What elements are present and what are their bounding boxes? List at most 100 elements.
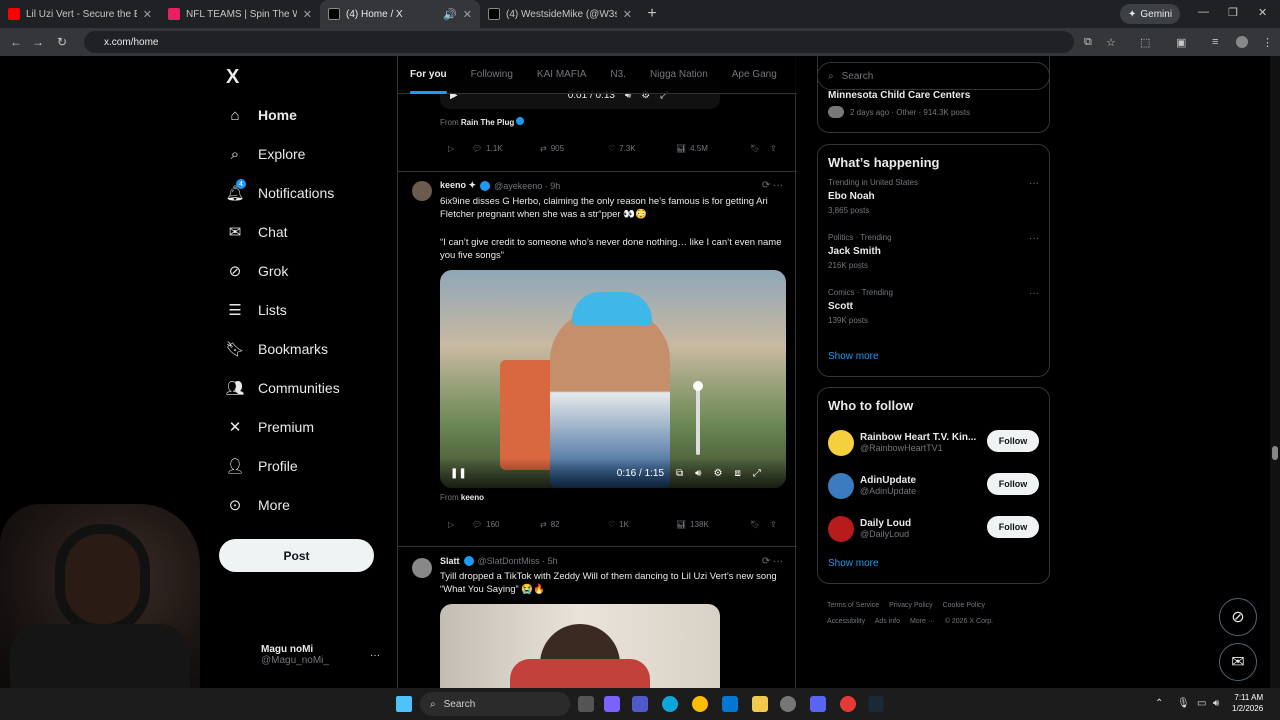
task-view-icon[interactable] xyxy=(578,696,594,712)
app-icon[interactable] xyxy=(604,696,620,712)
avatar[interactable] xyxy=(412,181,432,201)
close-icon[interactable]: ✕ xyxy=(303,8,312,21)
video-player[interactable] xyxy=(440,604,720,688)
account-more-icon[interactable]: ··· xyxy=(370,650,380,661)
avatar[interactable] xyxy=(412,558,432,578)
sidebar-item-grok[interactable]: ⊘ Grok xyxy=(226,262,289,280)
sidebar-item-lists[interactable]: ☰ Lists xyxy=(226,301,287,319)
new-tab-button[interactable]: + xyxy=(640,5,664,23)
media-icon[interactable]: ≡ xyxy=(1212,36,1218,48)
show-more-link[interactable]: Show more xyxy=(818,550,1049,581)
tab-following[interactable]: Following xyxy=(459,56,525,94)
footer-link[interactable]: Cookie Policy xyxy=(943,602,985,609)
profile-avatar[interactable] xyxy=(1236,36,1248,48)
restore-button[interactable]: ❐ xyxy=(1228,6,1238,19)
url-field[interactable]: x.com/home xyxy=(84,31,1074,53)
more-icon[interactable]: ··· xyxy=(1029,178,1039,189)
mic-icon[interactable]: 🎙︎ xyxy=(1177,698,1190,709)
chevron-up-icon[interactable]: ⌃ xyxy=(1155,698,1163,709)
store-icon[interactable] xyxy=(722,696,738,712)
taskbar-search[interactable]: ⌕ Search xyxy=(420,692,570,716)
follow-button[interactable]: Follow xyxy=(987,473,1039,495)
trend-card-partial[interactable]: Minnesota Child Care Centers 2 days ago … xyxy=(817,56,1050,133)
pause-icon[interactable]: ❚❚ xyxy=(450,468,467,479)
account-switcher[interactable]: Magu noMi @Magu_noMi_ xyxy=(261,644,329,666)
share-icon[interactable]: ⇪ xyxy=(770,520,777,529)
settings-icon[interactable]: ⚙ xyxy=(713,468,722,479)
grok-fab-button[interactable]: ⊘ xyxy=(1219,598,1257,636)
taskbar-clock[interactable]: 7:11 AM 1/2/2026 xyxy=(1232,692,1263,714)
audio-icon[interactable]: 🔊 xyxy=(443,8,457,21)
network-icon[interactable]: ▭ xyxy=(1197,698,1206,709)
sidebar-item-bookmarks[interactable]: 🔖︎ Bookmarks xyxy=(225,340,328,358)
messages-fab-button[interactable]: ✉ xyxy=(1219,643,1257,681)
app-icon[interactable] xyxy=(840,696,856,712)
views-button[interactable]: 📊︎ 138K xyxy=(676,520,750,529)
edge-icon[interactable] xyxy=(662,696,678,712)
steam-icon[interactable] xyxy=(868,696,884,712)
scrollbar-thumb[interactable] xyxy=(1272,446,1278,460)
more-icon[interactable]: ··· xyxy=(1029,288,1039,299)
trend-item[interactable]: Politics · Trending Jack Smith 216K post… xyxy=(818,233,1049,288)
sidebar-item-explore[interactable]: ⌕ Explore xyxy=(226,145,306,163)
discord-icon[interactable] xyxy=(810,696,826,712)
footer-link[interactable]: Accessibility xyxy=(827,618,865,625)
close-icon[interactable]: ✕ xyxy=(143,8,152,21)
page-scrollbar[interactable] xyxy=(1270,56,1280,688)
x-logo[interactable]: X xyxy=(226,66,239,89)
chrome-icon[interactable] xyxy=(692,696,708,712)
tab-nigga-nation[interactable]: Nigga Nation xyxy=(638,56,720,94)
follow-button[interactable]: Follow xyxy=(987,430,1039,452)
sidebar-item-more[interactable]: ⊙ More xyxy=(226,496,290,514)
bookmark-icon[interactable]: 🔖︎ xyxy=(750,144,770,153)
menu-icon[interactable]: ⋮ xyxy=(1262,36,1273,49)
browser-tab-active[interactable]: (4) Home / X 🔊 ✕ xyxy=(320,0,480,28)
browser-tab[interactable]: (4) WestsideMike (@W3stside✕ xyxy=(480,0,640,28)
bookmark-icon[interactable]: 🔖︎ xyxy=(750,520,770,529)
close-icon[interactable]: ✕ xyxy=(463,8,472,21)
sidebar-item-premium[interactable]: ✕ Premium xyxy=(226,418,314,436)
volume-icon[interactable]: 🔊︎ xyxy=(695,468,701,479)
follow-suggestion[interactable]: Daily Loud @DailyLoud Follow xyxy=(818,507,1049,550)
follow-suggestion[interactable]: AdinUpdate @AdinUpdate Follow xyxy=(818,464,1049,507)
more-icon[interactable]: ⟳ ··· xyxy=(762,180,783,191)
follow-button[interactable]: Follow xyxy=(987,516,1039,538)
follow-suggestion[interactable]: Rainbow Heart T.V. Kin... @RainbowHeartTV… xyxy=(818,421,1049,464)
pip-icon[interactable]: ⧈ xyxy=(734,468,740,479)
post-button[interactable]: Post xyxy=(219,539,374,572)
tab-kai-mafia[interactable]: KAI MAFIA xyxy=(525,56,598,94)
minimize-button[interactable]: — xyxy=(1198,6,1209,18)
close-icon[interactable]: ✕ xyxy=(623,8,632,21)
sidebar-item-profile[interactable]: 👤︎ Profile xyxy=(225,457,297,475)
windows-start-icon[interactable] xyxy=(396,696,412,712)
back-button[interactable]: ← xyxy=(4,35,28,49)
sidebar-item-chat[interactable]: ✉ Chat xyxy=(226,223,288,241)
show-more-link[interactable]: Show more xyxy=(818,343,1049,374)
footer-link[interactable]: More ··· xyxy=(910,618,935,625)
tab-ape-gang[interactable]: Ape Gang xyxy=(720,56,789,94)
install-icon[interactable]: ⧉ xyxy=(1084,36,1092,49)
trend-item[interactable]: Trending in United States Ebo Noah 3,865… xyxy=(818,178,1049,233)
views-button[interactable]: 📊︎ 4.5M xyxy=(676,144,750,153)
close-window-button[interactable]: ✕ xyxy=(1258,6,1267,19)
volume-slider[interactable] xyxy=(693,381,703,455)
repost-button[interactable]: ⇄ 905 xyxy=(540,144,608,153)
gemini-button[interactable]: ✦ Gemini xyxy=(1120,4,1181,24)
share-icon[interactable]: ⇪ xyxy=(770,144,777,153)
more-icon[interactable]: ··· xyxy=(1029,233,1039,244)
like-button[interactable]: ♡ 7.3K xyxy=(608,144,676,153)
reply-button[interactable]: 💬︎ 1.1K xyxy=(472,144,540,153)
footer-link[interactable]: Ads info xyxy=(875,618,900,625)
settings-icon[interactable] xyxy=(780,696,796,712)
more-icon[interactable]: ⟳ ··· xyxy=(762,556,783,567)
reply-button[interactable]: 💬︎ 160 xyxy=(472,520,540,529)
trend-item[interactable]: Comics · Trending Scott 139K posts ··· xyxy=(818,288,1049,343)
tab-n3[interactable]: N3. xyxy=(598,56,638,94)
play-circle-icon[interactable]: ▷ xyxy=(448,520,472,529)
footer-link[interactable]: Privacy Policy xyxy=(889,602,933,609)
teams-icon[interactable] xyxy=(632,696,648,712)
video-player[interactable]: ❚❚ 0:16 / 1:15 ⧉ 🔊︎ ⚙ ⧈ ⤢ xyxy=(440,270,786,488)
browser-tab[interactable]: Lil Uzi Vert - Secure the Bag [O✕ xyxy=(0,0,160,28)
captions-icon[interactable]: ⧉ xyxy=(676,468,683,479)
sidebar-item-home[interactable]: ⌂ Home xyxy=(226,106,296,124)
